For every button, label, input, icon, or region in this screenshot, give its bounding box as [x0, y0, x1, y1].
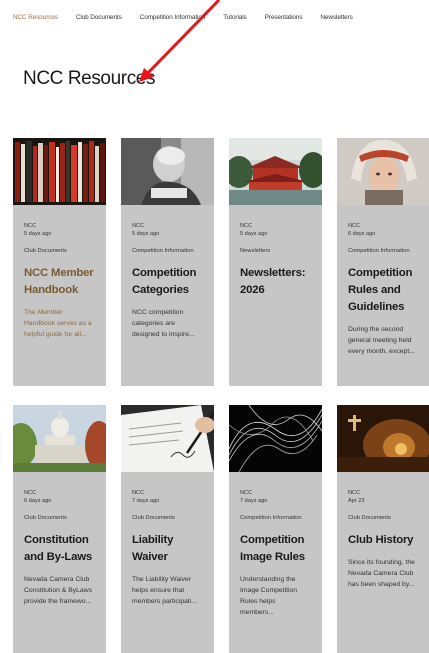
card-category[interactable]: Club Documents	[348, 514, 419, 522]
nav-item-club-documents[interactable]: Club Documents	[76, 14, 122, 28]
card-category[interactable]: Newsletters	[240, 247, 311, 255]
resource-card[interactable]: NCC 5 days ago Club Documents NCC Member…	[13, 138, 106, 386]
card-author: NCC	[132, 223, 145, 229]
card-title[interactable]: Competition Categories	[132, 265, 203, 299]
card-date: 5 days ago	[240, 231, 268, 237]
card-excerpt: Nevada Camera Club Constitution & ByLaws…	[24, 576, 93, 605]
card-author: NCC	[348, 223, 361, 229]
elderly-man-photo	[121, 138, 214, 205]
nav-item-presentations[interactable]: Presentations	[265, 14, 303, 28]
page-title: NCC Resources	[23, 68, 156, 89]
nav-item-newsletters[interactable]: Newsletters	[320, 14, 352, 28]
card-date: 5 days ago	[132, 231, 160, 237]
nav-item-competition-information[interactable]: Competition Information	[140, 14, 206, 28]
card-excerpt: During the second general meeting held e…	[348, 326, 415, 355]
bookshelf-photo	[13, 138, 106, 205]
card-excerpt: NCC competition categories are designed …	[132, 309, 195, 338]
child-headdress-photo	[337, 138, 429, 205]
card-title[interactable]: Competition Rules and Guidelines	[348, 265, 419, 316]
card-category[interactable]: Competition Information	[240, 514, 311, 522]
card-excerpt: Since its founding, the Nevada Camera Cl…	[348, 559, 415, 588]
card-author: NCC	[240, 490, 253, 496]
candlelit-room-photo	[337, 405, 429, 472]
top-navigation: NCC Resources Club Documents Competition…	[13, 14, 429, 28]
card-date: 7 days ago	[132, 498, 160, 504]
card-category[interactable]: Competition Information	[348, 247, 419, 255]
resource-card[interactable]: NCC 5 days ago Newsletters Newsletters: …	[229, 138, 322, 386]
resource-card[interactable]: NCC 5 days ago Competition Information C…	[121, 138, 214, 386]
nav-item-ncc-resources[interactable]: NCC Resources	[13, 14, 58, 28]
card-title[interactable]: Constitution and By-Laws	[24, 532, 95, 566]
resource-card[interactable]: NCC 6 days ago Club Documents Constituti…	[13, 405, 106, 653]
card-author: NCC	[132, 490, 145, 496]
card-date: 5 days ago	[24, 231, 52, 237]
resource-card[interactable]: NCC 6 days ago Competition Information C…	[337, 138, 429, 386]
card-excerpt: The Liability Waiver helps ensure that m…	[132, 576, 197, 605]
card-excerpt: The Member Handbook serves as a helpful …	[24, 309, 92, 338]
red-temple-photo	[229, 138, 322, 205]
card-author: NCC	[24, 223, 37, 229]
card-excerpt: Understanding the Image Competition Rule…	[240, 576, 298, 616]
card-date: 7 days ago	[240, 498, 268, 504]
card-category[interactable]: Club Documents	[24, 514, 95, 522]
card-title[interactable]: Liability Waiver	[132, 532, 203, 566]
card-title[interactable]: Competition Image Rules	[240, 532, 311, 566]
card-author: NCC	[240, 223, 253, 229]
resource-card[interactable]: NCC 7 days ago Competition Information C…	[229, 405, 322, 653]
abstract-lines-photo	[229, 405, 322, 472]
card-author: NCC	[24, 490, 37, 496]
card-title[interactable]: NCC Member Handbook	[24, 265, 95, 299]
card-category[interactable]: Club Documents	[132, 514, 203, 522]
nav-item-tutorials[interactable]: Tutorials	[223, 14, 246, 28]
card-title[interactable]: Club History	[348, 532, 419, 549]
card-category[interactable]: Competition Information	[132, 247, 203, 255]
resource-card[interactable]: NCC 7 days ago Club Documents Liability …	[121, 405, 214, 653]
card-category[interactable]: Club Documents	[24, 247, 95, 255]
card-date: Apr 23	[348, 498, 365, 504]
resource-card[interactable]: NCC Apr 23 Club Documents Club History S…	[337, 405, 429, 653]
capitol-building-photo	[13, 405, 106, 472]
card-date: 6 days ago	[348, 231, 376, 237]
card-title[interactable]: Newsletters: 2026	[240, 265, 311, 299]
signing-document-photo	[121, 405, 214, 472]
card-date: 6 days ago	[24, 498, 52, 504]
card-author: NCC	[348, 490, 361, 496]
